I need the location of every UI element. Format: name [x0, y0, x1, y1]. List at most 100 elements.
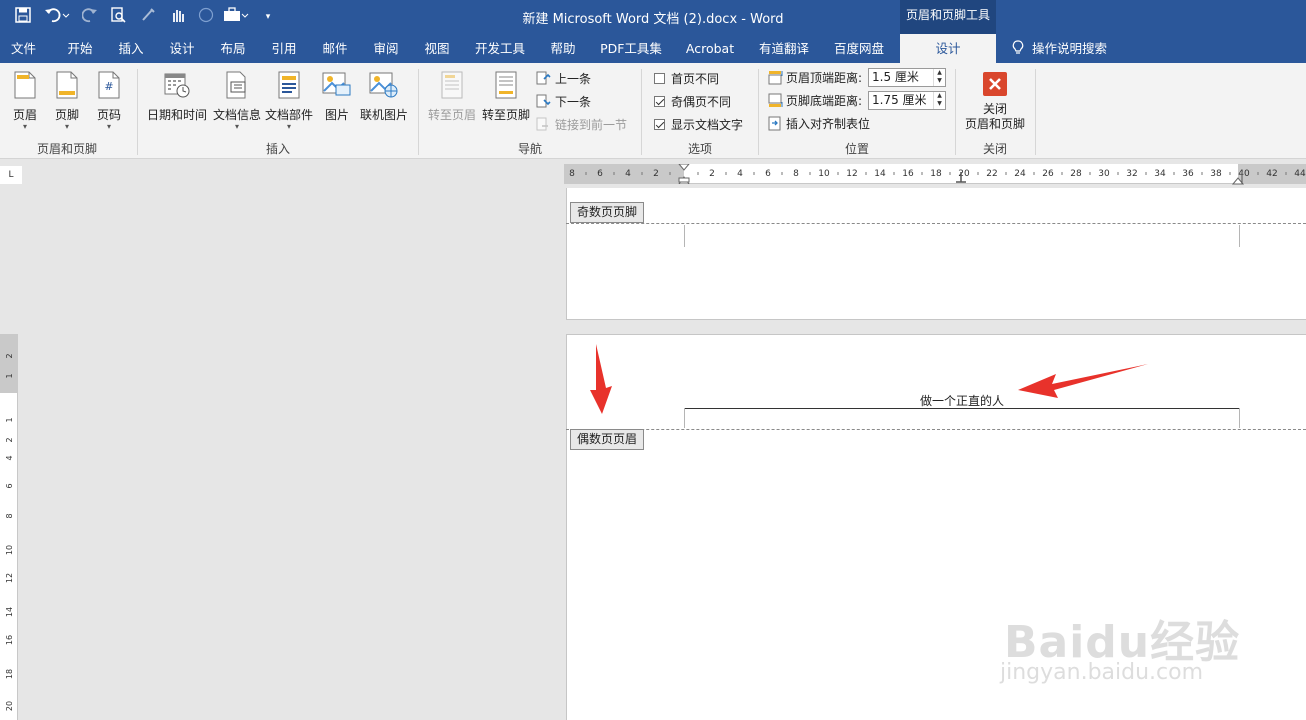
goto-header-button[interactable]: 转至页眉 — [426, 71, 478, 123]
tab-pdf-tools[interactable]: PDF工具集 — [592, 34, 670, 63]
tab-hf-design[interactable]: 设计 — [900, 34, 996, 63]
ruler-number: 22 — [986, 169, 997, 179]
horizontal-ruler[interactable]: 8 6 4 2 2 4 6 8 10 12 14 16 18 20 22 24 26 28 30 32 34 36 38 40… — [564, 164, 1306, 185]
picture-button[interactable]: 图片 — [320, 71, 354, 123]
previous-label: 上一条 — [555, 72, 592, 86]
tab-references[interactable]: 引用 — [259, 34, 309, 63]
close-label-line2: 页眉和页脚 — [964, 117, 1025, 131]
group-separator — [418, 69, 419, 155]
ruler-number: 42 — [1266, 169, 1277, 179]
goto-header-icon — [426, 71, 478, 102]
tell-me-search[interactable]: 操作说明搜索 — [1012, 34, 1107, 63]
vertical-ruler-number: 2 — [5, 437, 14, 442]
group-label-header-footer: 页眉和页脚 — [36, 142, 97, 156]
lightbulb-icon — [1012, 37, 1024, 66]
show-document-text-checkbox[interactable]: 显示文档文字 — [654, 115, 743, 135]
ruler-number: 4 — [625, 169, 631, 179]
link-icon — [536, 117, 551, 138]
vertical-ruler-number: 4 — [5, 455, 14, 460]
ruler-number: 6 — [597, 169, 603, 179]
footer-bottom-distance-label-row: 页脚底端距离: — [768, 91, 862, 111]
tab-layout[interactable]: 布局 — [208, 34, 258, 63]
ruler-number: 34 — [1154, 169, 1166, 179]
margin-crop-mark — [684, 408, 685, 428]
tab-help[interactable]: 帮助 — [538, 34, 588, 63]
date-time-button[interactable]: 日期和时间 — [146, 71, 208, 123]
tab-view[interactable]: 视图 — [412, 34, 462, 63]
close-icon — [960, 71, 1030, 100]
spin-arrows-icon[interactable]: ▲ ▼ — [933, 92, 945, 109]
insert-align-tab-button[interactable]: 插入对齐制表位 — [768, 114, 870, 134]
vertical-ruler-number: 18 — [5, 669, 14, 679]
ruler-ticks: 8 6 4 2 2 4 6 8 10 12 14 16 18 20 22 24 26 28 30 32 34 36 38 40… — [569, 169, 1306, 179]
show-document-text-label: 显示文档文字 — [671, 118, 744, 132]
page-number-label: 页码 — [96, 108, 121, 122]
spin-arrows-icon[interactable]: ▲ ▼ — [933, 69, 945, 86]
ruler-number: 32 — [1126, 169, 1137, 179]
tab-acrobat[interactable]: Acrobat — [676, 34, 744, 63]
group-label-options: 选项 — [687, 142, 712, 156]
goto-footer-icon — [480, 71, 532, 102]
tab-baidu-pan[interactable]: 百度网盘 — [824, 34, 894, 63]
different-first-page-checkbox[interactable]: 首页不同 — [654, 69, 719, 89]
ruler-number: 12 — [846, 169, 857, 179]
different-odd-even-label: 奇偶页不同 — [671, 95, 732, 109]
ruler-number: 30 — [1098, 169, 1110, 179]
page-odd[interactable] — [566, 188, 1306, 320]
vertical-ruler-number: 10 — [5, 545, 14, 555]
goto-footer-button[interactable]: 转至页脚 — [480, 71, 532, 123]
quick-parts-label: 文档部件 — [264, 108, 313, 122]
tab-youdao[interactable]: 有道翻译 — [750, 34, 818, 63]
ruler-number: 18 — [930, 169, 942, 179]
header-button[interactable]: 页眉 ▾ — [8, 71, 42, 131]
different-odd-even-checkbox[interactable]: 奇偶页不同 — [654, 92, 731, 112]
indent-marker-icon[interactable] — [677, 164, 691, 184]
footer-bottom-distance-input[interactable]: 1.75 厘米 ▲ ▼ — [868, 91, 946, 110]
link-previous-label: 链接到前一节 — [555, 118, 628, 132]
footer-page-icon — [50, 71, 84, 102]
tab-home[interactable]: 开始 — [55, 34, 105, 63]
previous-button[interactable]: 上一条 — [536, 69, 591, 89]
margin-crop-mark — [684, 225, 685, 247]
close-header-footer-button[interactable]: 关闭 页眉和页脚 — [960, 71, 1030, 132]
svg-text:#: # — [104, 80, 113, 93]
next-button[interactable]: 下一条 — [536, 92, 591, 112]
tab-developer[interactable]: 开发工具 — [466, 34, 534, 63]
red-arrow-down-icon — [590, 344, 612, 414]
quick-parts-button[interactable]: 文档部件 ▾ — [264, 71, 314, 131]
tab-file[interactable]: 文件 — [0, 34, 47, 63]
date-time-label: 日期和时间 — [146, 108, 207, 122]
doc-info-button[interactable]: 文档信息 ▾ — [212, 71, 262, 131]
ruler-number: 4 — [737, 169, 743, 179]
header-top-distance-input[interactable]: 1.5 厘米 ▲ ▼ — [868, 68, 946, 87]
ruler-number: 10 — [818, 169, 830, 179]
picture-icon — [320, 71, 354, 102]
tab-design[interactable]: 设计 — [157, 34, 207, 63]
vertical-ruler[interactable]: 2 1 1 2 4 6 8 10 12 14 16 18 20 — [0, 334, 18, 720]
tab-review[interactable]: 审阅 — [361, 34, 411, 63]
next-icon — [536, 94, 551, 115]
context-tools-label: 页眉和页脚工具 — [900, 0, 996, 34]
tab-insert[interactable]: 插入 — [106, 34, 156, 63]
vertical-ruler-number: 20 — [5, 701, 14, 711]
footer-button[interactable]: 页脚 ▾ — [50, 71, 84, 131]
ruler-number: 28 — [1070, 169, 1082, 179]
header-distance-icon — [768, 70, 784, 91]
ruler-number: 16 — [902, 169, 914, 179]
previous-icon — [536, 71, 551, 92]
online-picture-button[interactable]: 联机图片 — [358, 71, 410, 123]
center-tab-icon[interactable] — [955, 170, 967, 190]
ruler-number: 8 — [793, 169, 799, 179]
group-label-navigation: 导航 — [517, 142, 542, 156]
ruler-number: 26 — [1042, 169, 1054, 179]
margin-crop-mark — [1239, 408, 1240, 428]
tab-stop-selector[interactable]: L — [0, 166, 22, 184]
link-previous-button[interactable]: 链接到前一节 — [536, 115, 627, 135]
group-separator — [1035, 69, 1036, 155]
header-text[interactable]: 做一个正直的人 — [684, 392, 1240, 409]
right-indent-icon[interactable] — [1232, 170, 1244, 190]
checkbox-box — [654, 96, 665, 107]
page-number-button[interactable]: # 页码 ▾ — [92, 71, 126, 131]
window-title: 新建 Microsoft Word 文档 (2).docx - Word — [522, 12, 784, 27]
tab-mailings[interactable]: 邮件 — [310, 34, 360, 63]
